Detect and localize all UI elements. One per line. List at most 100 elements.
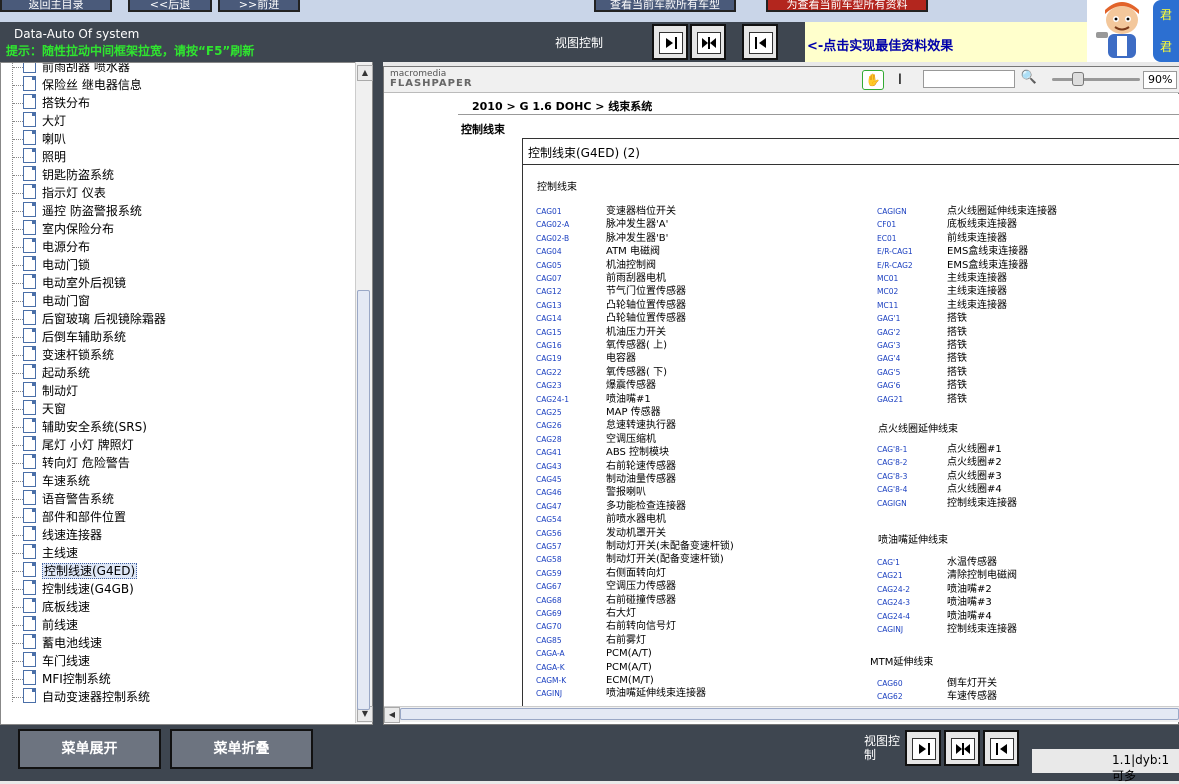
connector-code[interactable]: CAG68 xyxy=(536,594,562,607)
connector-code[interactable]: CAG'8-3 xyxy=(877,470,907,483)
tree-item[interactable]: 变速杆锁系统 xyxy=(13,346,114,364)
connector-code[interactable]: CAG21 xyxy=(877,569,903,582)
tree-item[interactable]: 室内保险分布 xyxy=(13,220,114,238)
connector-code[interactable]: CAG15 xyxy=(536,326,562,339)
connector-code[interactable]: CAG56 xyxy=(536,527,562,540)
view-fit-page-button-bottom[interactable] xyxy=(944,730,980,766)
connector-code[interactable]: E/R-CAG1 xyxy=(877,245,913,258)
connector-code[interactable]: GAG'3 xyxy=(877,339,900,352)
hand-tool-icon[interactable]: ✋ xyxy=(862,70,884,90)
text-select-icon[interactable]: I xyxy=(893,70,907,90)
connector-code[interactable]: CAG16 xyxy=(536,339,562,352)
tree-item[interactable]: 蓄电池线速 xyxy=(13,634,102,652)
connector-code[interactable]: CAG41 xyxy=(536,446,562,459)
viewer-hscroll-thumb[interactable] xyxy=(400,708,1179,720)
connector-code[interactable]: CAG45 xyxy=(536,473,562,486)
tree-item[interactable]: 喇叭 xyxy=(13,130,66,148)
connector-code[interactable]: CAG60 xyxy=(877,677,903,690)
connector-code[interactable]: MC11 xyxy=(877,299,898,312)
connector-code[interactable]: CAG07 xyxy=(536,272,562,285)
tree-item[interactable]: 搭铁分布 xyxy=(13,94,90,112)
menu-expand-button[interactable]: 菜单展开 xyxy=(18,729,161,769)
scroll-left-icon[interactable]: ◀ xyxy=(384,707,400,723)
view-collapse-button-bottom[interactable] xyxy=(983,730,1019,766)
scroll-up-icon[interactable]: ▲ xyxy=(357,65,373,81)
connector-code[interactable]: CAG01 xyxy=(536,205,562,218)
tree-item[interactable]: 语音警告系统 xyxy=(13,490,114,508)
connector-code[interactable]: CAGA-A xyxy=(536,647,565,660)
search-icon[interactable]: 🔍 xyxy=(1020,70,1038,88)
connector-code[interactable]: CAG04 xyxy=(536,245,562,258)
connector-code[interactable]: CAG22 xyxy=(536,366,562,379)
connector-code[interactable]: CAG85 xyxy=(536,634,562,647)
tree-item[interactable]: 前线速 xyxy=(13,616,78,634)
search-input[interactable] xyxy=(923,70,1015,88)
connector-code[interactable]: CAG23 xyxy=(536,379,562,392)
zoom-value[interactable]: 90% xyxy=(1143,71,1177,89)
panel-splitter[interactable] xyxy=(373,62,383,725)
connector-code[interactable]: CAG24-1 xyxy=(536,393,569,406)
connector-code[interactable]: EC01 xyxy=(877,232,897,245)
connector-code[interactable]: CAG05 xyxy=(536,259,562,272)
all-models-button[interactable]: 查看当前车款所有车型 xyxy=(594,0,736,12)
connector-code[interactable]: CAG46 xyxy=(536,486,562,499)
connector-code[interactable]: GAG'2 xyxy=(877,326,900,339)
all-docs-button[interactable]: 为查看当前车型所有资料 xyxy=(766,0,928,12)
view-fit-width-button[interactable] xyxy=(652,24,688,60)
connector-code[interactable]: CAGM-K xyxy=(536,674,566,687)
connector-code[interactable]: CAG54 xyxy=(536,513,562,526)
tree-item[interactable]: MFI控制系统 xyxy=(13,670,111,688)
tree-item[interactable]: 转向灯 危险警告 xyxy=(13,454,130,472)
connector-code[interactable]: CAG24-3 xyxy=(877,596,910,609)
tree-item[interactable]: 部件和部件位置 xyxy=(13,508,126,526)
home-button[interactable]: 返回主目录 xyxy=(0,0,112,12)
tree-item[interactable]: 主线速 xyxy=(13,544,78,562)
tree-item[interactable]: 前雨刮器 喷水器 xyxy=(13,63,130,76)
connector-code[interactable]: CAGA-K xyxy=(536,661,565,674)
tree-item[interactable]: 自动变速器控制系统 xyxy=(13,688,150,706)
connector-code[interactable]: CAG24-2 xyxy=(877,583,910,596)
menu-collapse-button[interactable]: 菜单折叠 xyxy=(170,729,313,769)
zoom-slider[interactable] xyxy=(1052,78,1140,81)
connector-code[interactable]: CAG12 xyxy=(536,285,562,298)
connector-code[interactable]: CAG02-A xyxy=(536,218,569,231)
connector-code[interactable]: GAG21 xyxy=(877,393,903,406)
connector-code[interactable]: CAGIGN xyxy=(877,205,907,218)
connector-code[interactable]: CAG19 xyxy=(536,352,562,365)
tree-item[interactable]: 制动灯 xyxy=(13,382,78,400)
tree-item[interactable]: 车门线速 xyxy=(13,652,90,670)
tree-item[interactable]: 后倒车辅助系统 xyxy=(13,328,126,346)
connector-code[interactable]: E/R-CAG2 xyxy=(877,259,913,272)
connector-code[interactable]: CAG28 xyxy=(536,433,562,446)
tree-item[interactable]: 电源分布 xyxy=(13,238,90,256)
tree-item[interactable]: 线速连接器 xyxy=(13,526,102,544)
connector-code[interactable]: CAG'8-4 xyxy=(877,483,907,496)
tree-item[interactable]: 电动门锁 xyxy=(13,256,90,274)
connector-code[interactable]: CAG62 xyxy=(877,690,903,703)
connector-code[interactable]: CAG70 xyxy=(536,620,562,633)
connector-code[interactable]: GAG'6 xyxy=(877,379,900,392)
tree-item[interactable]: 钥匙防盗系统 xyxy=(13,166,114,184)
tree-item[interactable]: 指示灯 仪表 xyxy=(13,184,106,202)
view-fit-width-button-bottom[interactable] xyxy=(905,730,941,766)
tree-item[interactable]: 保险丝 继电器信息 xyxy=(13,76,142,94)
connector-code[interactable]: CAG'1 xyxy=(877,556,900,569)
connector-code[interactable]: CAG02-B xyxy=(536,232,569,245)
connector-code[interactable]: CAG43 xyxy=(536,460,562,473)
tree-item[interactable]: 电动室外后视镜 xyxy=(13,274,126,292)
view-fit-page-button[interactable] xyxy=(690,24,726,60)
connector-code[interactable]: CAG47 xyxy=(536,500,562,513)
connector-code[interactable]: GAG'1 xyxy=(877,312,900,325)
tree-item[interactable]: 照明 xyxy=(13,148,66,166)
tree-item[interactable]: 辅助安全系统(SRS) xyxy=(13,418,147,436)
tree-item[interactable]: 电动门窗 xyxy=(13,292,90,310)
connector-code[interactable]: CAG58 xyxy=(536,553,562,566)
connector-code[interactable]: CAGIGN xyxy=(877,497,907,510)
tree-item[interactable]: 大灯 xyxy=(13,112,66,130)
connector-code[interactable]: CAG67 xyxy=(536,580,562,593)
connector-code[interactable]: CAG25 xyxy=(536,406,562,419)
tree-scroll-thumb[interactable] xyxy=(357,290,370,710)
connector-code[interactable]: MC01 xyxy=(877,272,898,285)
back-button[interactable]: <<后退 xyxy=(128,0,212,12)
tree-item[interactable]: 车速系统 xyxy=(13,472,90,490)
